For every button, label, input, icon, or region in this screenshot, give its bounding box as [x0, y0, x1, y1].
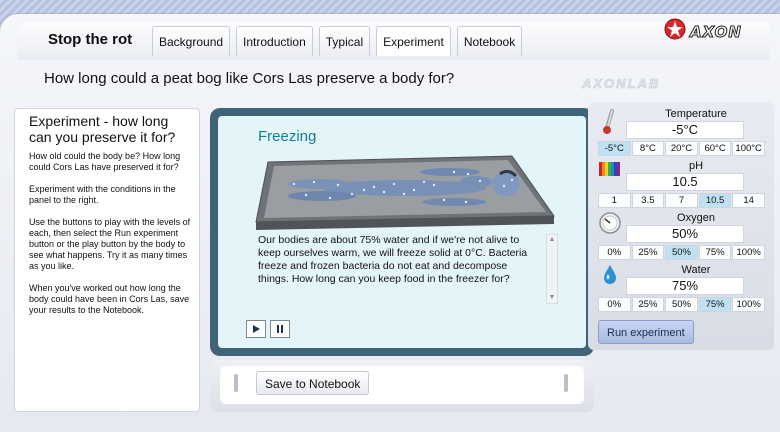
tab-introduction[interactable]: Introduction	[236, 26, 313, 56]
thermometer-icon	[598, 108, 622, 138]
instruction-paragraph: Experiment with the conditions in the pa…	[29, 184, 176, 205]
tab-typical[interactable]: Typical	[318, 26, 371, 56]
experiment-viewer: Freezing Our bodies are about 75% water …	[210, 108, 594, 356]
oxygen-option[interactable]: 25%	[631, 245, 665, 260]
ph-option[interactable]: 3.5	[631, 193, 665, 208]
ph-control: pH 10.5 1 3.5 7 10.5 14	[598, 160, 766, 208]
tab-bar: Background Introduction Typical Experime…	[152, 26, 523, 56]
page-question: How long could a peat bog like Cors Las …	[44, 70, 455, 87]
instruction-paragraph: When you've worked out how long the body…	[29, 283, 190, 315]
temperature-label: Temperature	[665, 108, 727, 120]
temperature-value: -5°C	[626, 121, 744, 139]
gauge-icon	[598, 212, 622, 242]
frozen-body-illustration[interactable]	[254, 154, 566, 235]
ph-option[interactable]: 14	[732, 193, 765, 208]
water-drop-icon	[598, 264, 622, 294]
app-title: Stop the rot	[48, 31, 133, 48]
tab-background[interactable]: Background	[152, 26, 231, 56]
temperature-option[interactable]: 100°C	[732, 141, 765, 156]
temperature-option[interactable]: 20°C	[665, 141, 698, 156]
water-option[interactable]: 50%	[665, 297, 698, 312]
water-option[interactable]: 75%	[698, 297, 732, 312]
temperature-options: -5°C 8°C 20°C 60°C 100°C	[598, 141, 766, 156]
experiment-screen: Freezing Our bodies are about 75% water …	[218, 116, 586, 348]
axonlab-watermark: AXONLAB	[582, 76, 661, 92]
temperature-option[interactable]: 8°C	[631, 141, 665, 156]
water-label: Water	[681, 264, 711, 276]
scene-description: Our bodies are about 75% water and if we…	[258, 234, 528, 285]
water-value: 75%	[626, 277, 744, 295]
description-scrollbar[interactable]: ▲ ▼	[546, 234, 558, 304]
oxygen-options: 0% 25% 50% 75% 100%	[598, 245, 766, 260]
oxygen-control: Oxygen 50% 0% 25% 50% 75% 100%	[598, 212, 766, 260]
tab-experiment[interactable]: Experiment	[376, 26, 451, 56]
oxygen-label: Oxygen	[677, 212, 715, 224]
ph-scale-icon	[598, 160, 622, 190]
bar-divider	[564, 374, 568, 392]
water-control: Water 75% 0% 25% 50% 75% 100%	[598, 264, 766, 312]
instructions-panel: Experiment - how long can you preserve i…	[14, 108, 200, 412]
temperature-option[interactable]: 60°C	[698, 141, 732, 156]
water-option[interactable]: 25%	[631, 297, 665, 312]
main-content: Experiment - how long can you preserve i…	[14, 102, 774, 420]
axon-star-icon	[664, 18, 686, 45]
play-icon	[253, 325, 260, 333]
water-option[interactable]: 100%	[732, 297, 765, 312]
water-option[interactable]: 0%	[598, 297, 631, 312]
ph-value: 10.5	[626, 173, 744, 191]
oxygen-value: 50%	[626, 225, 744, 243]
logo-text: AXON	[690, 22, 742, 41]
playback-controls	[246, 320, 290, 338]
pause-button[interactable]	[270, 320, 290, 338]
ph-option[interactable]: 10.5	[698, 193, 732, 208]
pause-icon	[277, 325, 283, 333]
oxygen-option[interactable]: 100%	[732, 245, 765, 260]
oxygen-option[interactable]: 75%	[698, 245, 732, 260]
instruction-paragraph: Use the buttons to play with the levels …	[29, 217, 191, 271]
conditions-panel: Temperature -5°C -5°C 8°C 20°C 60°C 100°…	[588, 102, 774, 350]
instructions-text: How old could the body be? How long coul…	[29, 151, 193, 316]
water-options: 0% 25% 50% 75% 100%	[598, 297, 766, 312]
scroll-track[interactable]	[547, 245, 557, 293]
bottom-bar: Save to Notebook	[210, 360, 594, 412]
ph-label: pH	[688, 160, 704, 172]
bar-divider	[234, 374, 238, 392]
tab-notebook[interactable]: Notebook	[456, 26, 523, 56]
play-button[interactable]	[246, 320, 266, 338]
save-to-notebook-button[interactable]: Save to Notebook	[256, 371, 370, 395]
ph-options: 1 3.5 7 10.5 14	[598, 193, 766, 208]
bottom-bar-inner: Save to Notebook	[220, 366, 584, 404]
scroll-up-icon[interactable]: ▲	[547, 235, 557, 245]
instruction-paragraph: How old could the body be? How long coul…	[29, 151, 181, 172]
scroll-down-icon[interactable]: ▼	[547, 293, 557, 303]
temperature-control: Temperature -5°C -5°C 8°C 20°C 60°C 100°…	[598, 108, 766, 156]
ph-option[interactable]: 7	[665, 193, 698, 208]
ph-option[interactable]: 1	[598, 193, 631, 208]
oxygen-option[interactable]: 50%	[665, 245, 698, 260]
scene-title: Freezing	[258, 128, 317, 145]
run-experiment-button[interactable]: Run experiment	[598, 320, 694, 344]
oxygen-option[interactable]: 0%	[598, 245, 631, 260]
instructions-title: Experiment - how long can you preserve i…	[29, 113, 176, 145]
temperature-option[interactable]: -5°C	[598, 141, 631, 156]
axon-logo: AXON	[664, 18, 742, 45]
